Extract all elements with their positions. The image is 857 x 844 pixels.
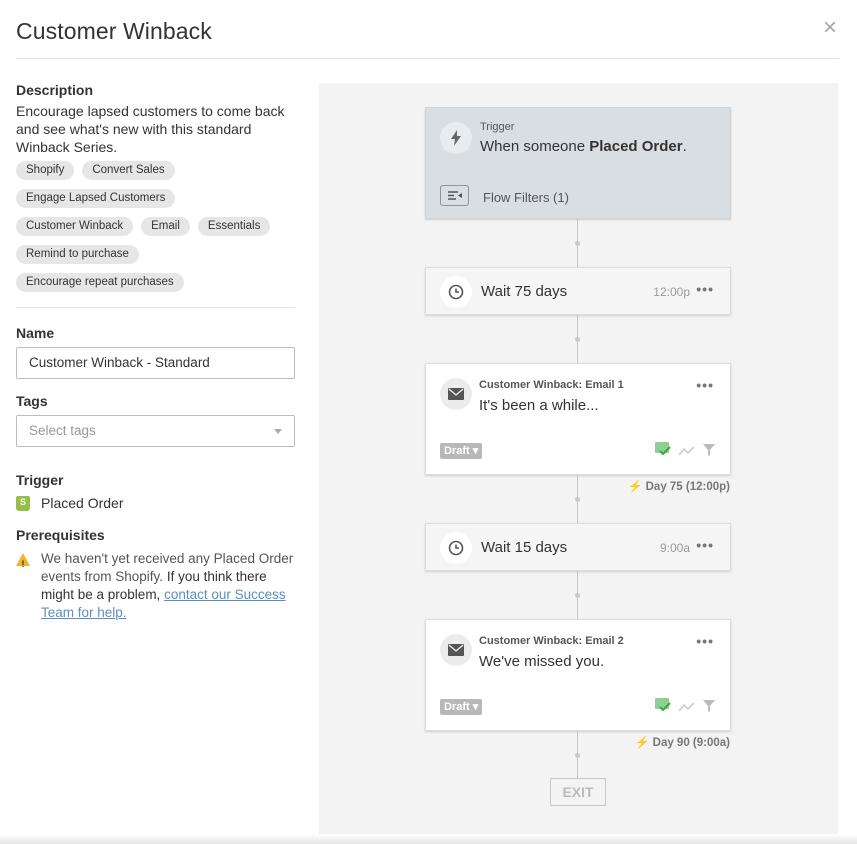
wait-card-1[interactable]: Wait 75 days 12:00p ••• <box>425 267 731 315</box>
chip: Essentials <box>197 217 271 236</box>
tags-label: Tags <box>16 393 48 409</box>
divider <box>16 307 295 308</box>
trigger-description: When someone Placed Order. <box>480 138 687 155</box>
page-title: Customer Winback <box>16 18 212 44</box>
wait-duration: Wait 15 days <box>481 539 568 556</box>
bottom-shadow <box>0 834 857 844</box>
trigger-suffix: . <box>682 138 687 155</box>
lightning-icon <box>440 122 472 154</box>
modal-header: Customer Winback × <box>16 16 839 59</box>
status-dropdown[interactable]: Draft ▾ <box>440 443 483 459</box>
analytics-icon[interactable] <box>678 699 695 717</box>
more-options-icon[interactable]: ••• <box>696 537 714 553</box>
email-send-day: ⚡ Day 75 (12:00p) <box>628 479 730 493</box>
chevron-down-icon <box>274 429 282 434</box>
lightning-icon: ⚡ <box>635 737 650 749</box>
email-subject: It's been a while... <box>479 397 599 414</box>
trigger-event: Placed Order <box>589 138 683 155</box>
analytics-icon[interactable] <box>678 443 695 461</box>
email-name: Customer Winback: Email 1 <box>479 379 624 391</box>
envelope-icon <box>440 378 472 410</box>
description-text: Encourage lapsed customers to come back … <box>16 103 285 155</box>
name-input[interactable]: Customer Winback - Standard <box>16 347 295 379</box>
more-options-icon[interactable]: ••• <box>696 377 714 393</box>
name-label: Name <box>16 325 55 341</box>
email-send-day: ⚡ Day 90 (9:00a) <box>635 735 730 749</box>
filter-funnel-icon[interactable] <box>703 699 715 717</box>
email-subject: We've missed you. <box>479 653 605 670</box>
envelope-icon <box>440 634 472 666</box>
wait-duration: Wait 75 days <box>481 283 568 300</box>
wait-time: 12:00p <box>653 285 690 299</box>
more-options-icon[interactable]: ••• <box>696 281 714 297</box>
filter-icon[interactable] <box>440 185 469 206</box>
email-card-2[interactable]: Customer Winback: Email 2 We've missed y… <box>425 619 731 731</box>
filter-funnel-icon[interactable] <box>703 443 715 461</box>
day-text: Day 75 (12:00p) <box>645 481 730 493</box>
warning-icon <box>16 553 30 573</box>
description-label: Description <box>16 82 94 98</box>
chip: Customer Winback <box>16 217 134 236</box>
clock-icon <box>440 276 472 308</box>
flow-filters-link[interactable]: Flow Filters (1) <box>483 190 569 205</box>
more-options-icon[interactable]: ••• <box>696 633 714 649</box>
email-card-1[interactable]: Customer Winback: Email 1 It's been a wh… <box>425 363 731 475</box>
approved-check-icon <box>655 442 671 461</box>
close-icon[interactable]: × <box>823 16 837 40</box>
trigger-prefix: When someone <box>480 138 590 155</box>
connector-dot <box>575 753 580 758</box>
connector-dot <box>575 241 580 246</box>
chip: Email <box>141 217 190 236</box>
exit-node: EXIT <box>550 778 606 806</box>
status-label: Draft <box>444 445 470 457</box>
clock-icon <box>440 532 472 564</box>
chip: Shopify <box>16 161 75 180</box>
prerequisites-label: Prerequisites <box>16 527 105 543</box>
approved-check-icon <box>655 698 671 717</box>
connector-dot <box>575 497 580 502</box>
wait-time: 9:00a <box>659 541 690 555</box>
chip: Remind to purchase <box>16 245 139 264</box>
lightning-icon: ⚡ <box>628 481 643 493</box>
chip: Encourage repeat purchases <box>16 273 184 292</box>
shopify-icon <box>16 495 30 511</box>
tags-select[interactable]: Select tags <box>16 415 295 447</box>
flow-canvas: Trigger When someone Placed Order. Flow … <box>319 83 838 835</box>
status-label: Draft <box>444 701 470 713</box>
chip: Engage Lapsed Customers <box>16 189 176 208</box>
trigger-heading: Trigger <box>480 121 515 133</box>
tag-chips: Shopify Convert Sales Engage Lapsed Cust… <box>16 161 295 292</box>
email-name: Customer Winback: Email 2 <box>479 635 624 647</box>
trigger-value: Placed Order <box>41 495 124 511</box>
status-dropdown[interactable]: Draft ▾ <box>440 699 483 715</box>
day-text: Day 90 (9:00a) <box>652 737 730 749</box>
sidebar: Description Encourage lapsed customers t… <box>16 82 295 622</box>
wait-card-2[interactable]: Wait 15 days 9:00a ••• <box>425 523 731 571</box>
trigger-card[interactable]: Trigger When someone Placed Order. Flow … <box>425 107 731 219</box>
connector-dot <box>575 593 580 598</box>
chip: Convert Sales <box>82 161 175 180</box>
trigger-label: Trigger <box>16 472 64 488</box>
tags-placeholder: Select tags <box>29 423 96 438</box>
connector-dot <box>575 337 580 342</box>
